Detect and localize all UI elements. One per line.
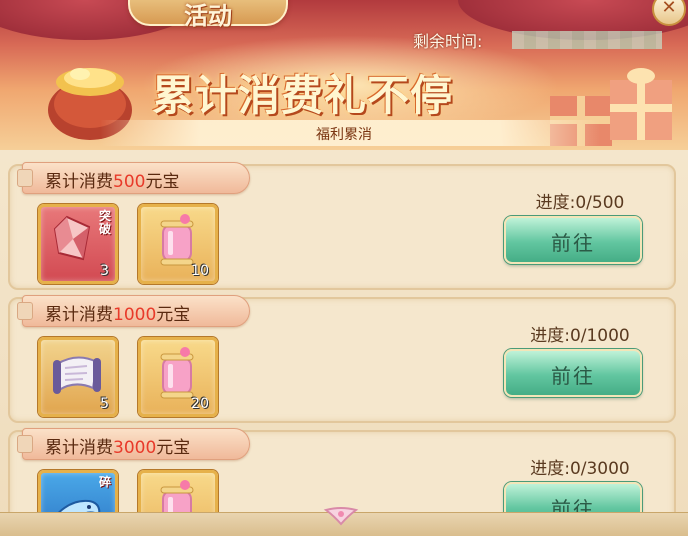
task-title: 累计消费500元宝 bbox=[17, 162, 250, 194]
reward-item[interactable]: 10 bbox=[138, 204, 218, 284]
reward-tag: 碎 bbox=[98, 475, 111, 489]
reward-item[interactable]: 20 bbox=[138, 337, 218, 417]
go-button-label: 前往 bbox=[551, 231, 595, 255]
breakthrough-crystal-icon bbox=[53, 215, 91, 261]
task-amount: 3000 bbox=[113, 438, 157, 458]
task-progress: 进度:0/3000 bbox=[530, 459, 630, 479]
potion-scroll-icon bbox=[160, 214, 194, 266]
go-button[interactable]: 前往 bbox=[504, 349, 642, 397]
remaining-time-label: 剩余时间: bbox=[413, 32, 483, 51]
task-card: 累计消费1000元宝 5 20 进度:0/1000 前往 bbox=[8, 295, 676, 423]
task-amount: 500 bbox=[113, 172, 146, 192]
go-button[interactable]: 前往 bbox=[504, 216, 642, 264]
reward-tag: 突破 bbox=[98, 209, 111, 236]
panel-title-plaque: 活动 bbox=[128, 0, 288, 30]
event-banner: 活动 剩余时间: 累计消费礼不停 福利累消 bbox=[0, 0, 688, 150]
ribbon-icon bbox=[17, 302, 33, 320]
task-title: 累计消费3000元宝 bbox=[17, 428, 250, 460]
task-progress: 进度:0/500 bbox=[535, 193, 625, 213]
reward-item[interactable]: 5 bbox=[38, 337, 118, 417]
task-card: 累计消费500元宝 突破 3 10 进度:0/500 前往 bbox=[8, 162, 676, 290]
scroll-icon bbox=[53, 356, 101, 394]
reward-count: 20 bbox=[191, 396, 209, 412]
ribbon-icon bbox=[17, 435, 33, 453]
reward-count: 10 bbox=[191, 263, 209, 279]
panel-title: 活动 bbox=[184, 1, 232, 30]
reward-count: 5 bbox=[100, 396, 109, 412]
reward-item[interactable]: 突破 3 bbox=[38, 204, 118, 284]
activity-panel: 活动 剩余时间: 累计消费礼不停 福利累消 ✕ 累计消费500元宝 突破 3 1… bbox=[0, 0, 688, 536]
go-button-label: 前往 bbox=[551, 364, 595, 388]
event-subtitle: 福利累消 bbox=[316, 127, 372, 143]
remaining-time-value-obscured bbox=[512, 31, 662, 49]
event-headline: 累计消费礼不停 bbox=[152, 71, 454, 120]
ribbon-icon bbox=[17, 169, 33, 187]
task-progress: 进度:0/1000 bbox=[530, 326, 630, 346]
task-title: 累计消费1000元宝 bbox=[17, 295, 250, 327]
potion-scroll-icon bbox=[160, 347, 194, 399]
scroll-down-ornament-icon[interactable] bbox=[322, 504, 360, 528]
task-amount: 1000 bbox=[113, 305, 157, 325]
reward-count: 3 bbox=[100, 263, 109, 279]
